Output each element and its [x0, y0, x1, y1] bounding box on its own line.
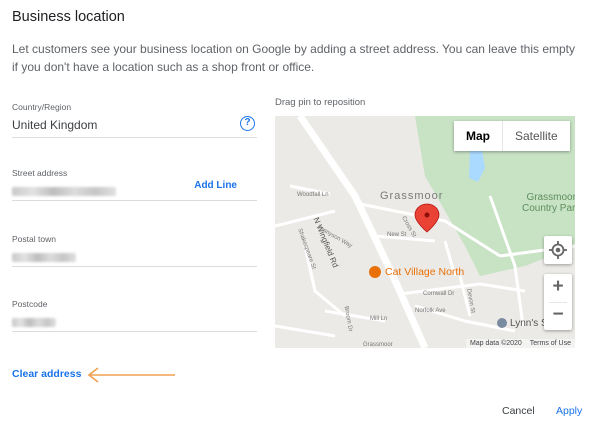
postcode-field[interactable]: Postcode: [12, 299, 257, 332]
postal-town-label: Postal town: [12, 234, 56, 244]
street-label: Mill Ln: [370, 316, 388, 322]
terms-of-use-link[interactable]: Terms of Use: [530, 340, 571, 347]
zoom-out-button[interactable]: −: [544, 302, 572, 330]
locate-icon: [549, 241, 567, 259]
country-value[interactable]: United Kingdom: [12, 118, 257, 132]
map-place-park: Grassmoor Country Park: [522, 192, 575, 214]
map-view[interactable]: Grassmoor Grassmoor Country Park Cat Vil…: [275, 116, 575, 348]
postcode-label: Postcode: [12, 299, 48, 309]
zoom-control: + −: [544, 274, 572, 330]
street-label: Grassmoor: [363, 342, 393, 348]
street-label: New St: [387, 232, 407, 238]
map-poi-secondary[interactable]: Lynn's S: [510, 318, 548, 329]
map-data-credit: Map data ©2020: [469, 340, 522, 347]
apply-button[interactable]: Apply: [556, 405, 582, 417]
postal-town-value-redacted[interactable]: [12, 253, 76, 262]
zoom-in-button[interactable]: +: [544, 274, 572, 302]
road-minor: [275, 209, 336, 228]
cancel-button[interactable]: Cancel: [502, 405, 535, 417]
poi-cat-icon: [369, 266, 381, 278]
location-pin-dot: [424, 212, 430, 218]
dialog-title: Business location: [12, 9, 125, 25]
postcode-value-redacted[interactable]: [12, 318, 56, 327]
street-label: Woodfall Ln: [297, 192, 329, 198]
country-field[interactable]: Country/Region United Kingdom ?: [12, 102, 257, 138]
street-address-label: Street address: [12, 168, 68, 178]
street-address-field[interactable]: Street address Add Line: [12, 168, 257, 201]
dialog-description: Let customers see your business location…: [12, 42, 576, 74]
add-line-button[interactable]: Add Line: [194, 180, 237, 191]
annotation-arrow-icon: [87, 367, 175, 383]
map-poi-main[interactable]: Cat Village North: [385, 266, 464, 278]
country-label: Country/Region: [12, 102, 72, 112]
locate-button[interactable]: [544, 236, 572, 264]
map-place-area: Grassmoor: [380, 190, 444, 202]
park-label-line2: Country Park: [522, 203, 575, 214]
map-type-control: Map Satellite: [454, 121, 570, 151]
street-label: Norfolk Ave: [415, 308, 446, 314]
location-pin-icon: [414, 203, 440, 233]
park-label-line1: Grassmoor: [526, 192, 575, 203]
map-type-map-button[interactable]: Map: [454, 121, 502, 151]
road-minor: [275, 324, 336, 338]
poi-shop-icon: [497, 318, 507, 328]
postal-town-field[interactable]: Postal town: [12, 234, 257, 267]
street-address-value-redacted[interactable]: [12, 187, 116, 196]
help-icon[interactable]: ?: [240, 116, 255, 131]
clear-address-button[interactable]: Clear address: [12, 368, 81, 380]
map-type-satellite-button[interactable]: Satellite: [502, 121, 570, 151]
map-instruction: Drag pin to reposition: [275, 97, 366, 108]
street-label: Cornwall Dr: [423, 291, 455, 297]
map-attribution: Map data ©2020 Terms of Use: [465, 339, 575, 348]
